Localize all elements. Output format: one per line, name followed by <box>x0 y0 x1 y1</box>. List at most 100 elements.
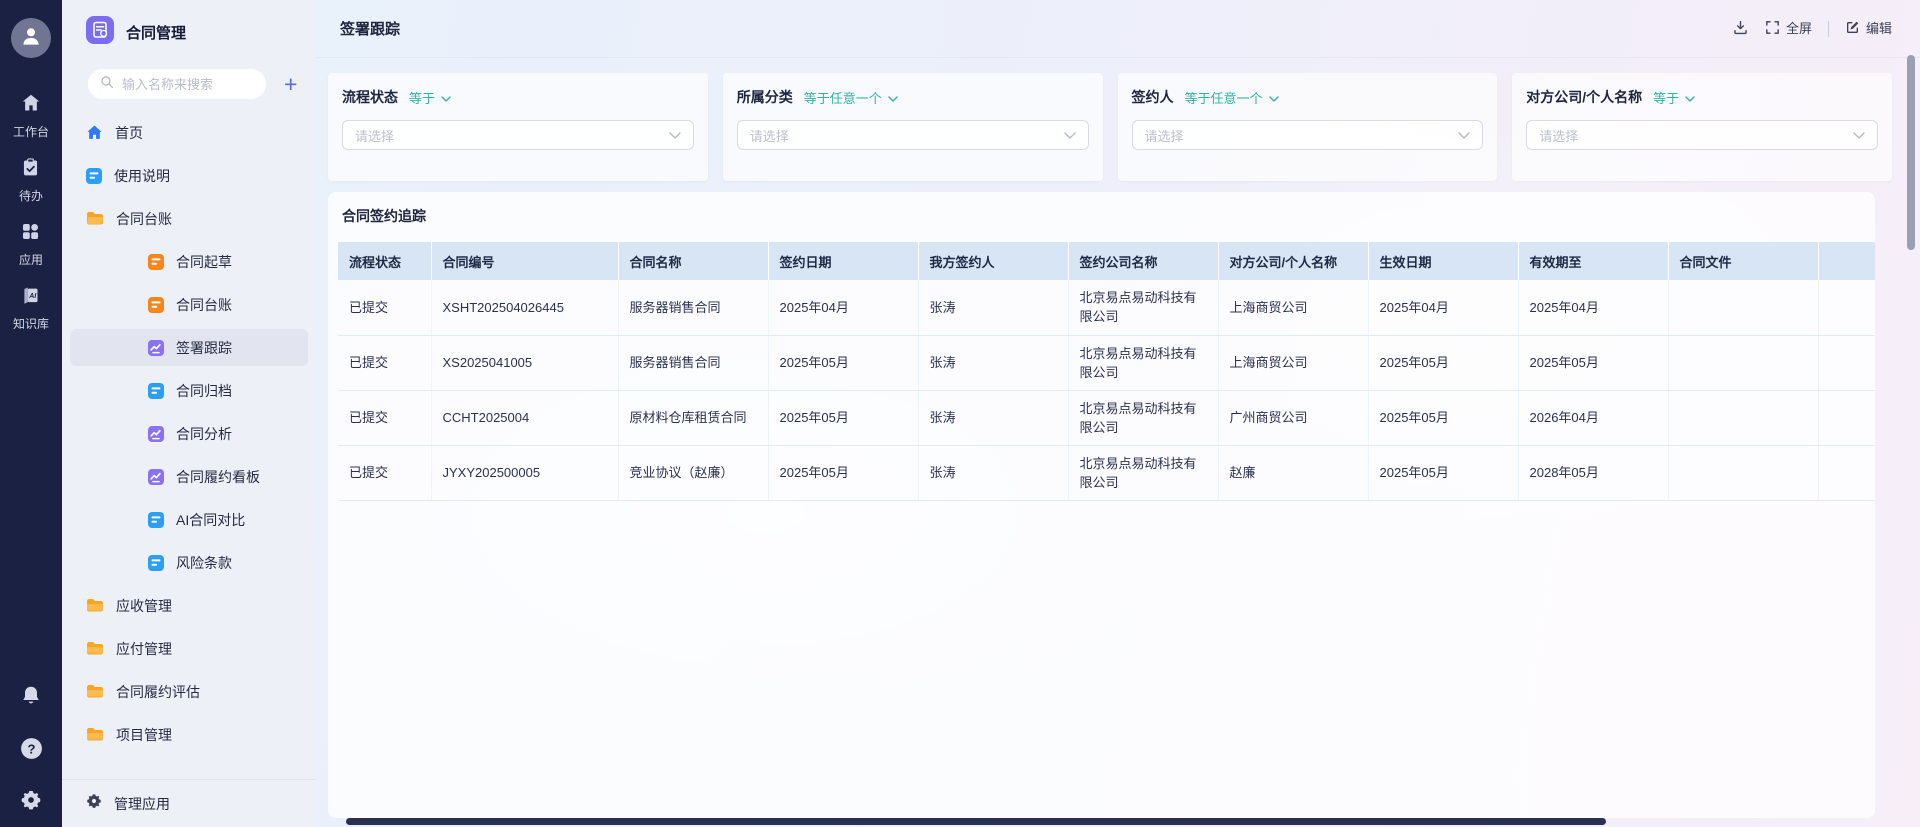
table-row[interactable]: 已提交XS2025041005服务器销售合同2025年05月张涛北京易点易动科技… <box>338 335 1875 390</box>
table-cell: 北京易点易动科技有限公司 <box>1068 390 1218 445</box>
table-cell: 2025年05月 <box>1368 390 1518 445</box>
filter-operator[interactable]: 等于 <box>1653 88 1695 107</box>
filter-label: 所属分类 <box>737 87 793 107</box>
table-cell: 张涛 <box>918 390 1068 445</box>
table-cell <box>1818 445 1875 500</box>
chevron-down-icon <box>441 90 451 105</box>
table-cell: 2025年05月 <box>768 335 918 390</box>
svg-text:AI: AI <box>29 293 38 300</box>
filter-operator[interactable]: 等于任意一个 <box>804 88 898 107</box>
search-input[interactable] <box>122 77 254 92</box>
table-cell: 广州商贸公司 <box>1218 390 1368 445</box>
table-row[interactable]: 已提交JYXY202500005竞业协议（赵廉）2025年05月张涛北京易点易动… <box>338 445 1875 500</box>
table-cell <box>1668 280 1818 335</box>
sidebar-item-合同台账[interactable]: 合同台账 <box>70 200 308 237</box>
gear-icon[interactable] <box>20 789 42 811</box>
table-cell <box>1818 335 1875 390</box>
table-cell: 2025年05月 <box>1368 335 1518 390</box>
filter-select[interactable]: 请选择 <box>1132 120 1484 150</box>
table-row[interactable]: 已提交CCHT2025004原材料仓库租赁合同2025年05月张涛北京易点易动科… <box>338 390 1875 445</box>
doc-lightblue-icon <box>86 168 102 184</box>
sidebar-item-应付管理[interactable]: 应付管理 <box>70 630 308 667</box>
table-cell: 北京易点易动科技有限公司 <box>1068 280 1218 335</box>
vertical-scrollbar-thumb[interactable] <box>1907 55 1915 250</box>
filter-label: 签约人 <box>1132 87 1174 107</box>
chevron-down-icon <box>1269 90 1279 105</box>
sidebar-item-合同台账[interactable]: 合同台账 <box>70 286 308 323</box>
edit-icon <box>1845 20 1860 37</box>
rail-item-应用[interactable]: 应用 <box>19 221 43 268</box>
filter-card-签约人: 签约人等于任意一个请选择 <box>1118 73 1498 181</box>
table-cell: 赵廉 <box>1218 445 1368 500</box>
sidebar-item-签署跟踪[interactable]: 签署跟踪 <box>70 329 308 366</box>
sidebar-item-合同履约看板[interactable]: 合同履约看板 <box>70 458 308 495</box>
gear-small-icon <box>86 793 102 814</box>
contracts-table: 流程状态合同编号合同名称签约日期我方签约人签约公司名称对方公司/个人名称生效日期… <box>338 242 1875 501</box>
add-button[interactable]: + <box>284 73 297 96</box>
sidebar-item-label: 使用说明 <box>114 166 170 186</box>
knowledge-base-icon: AI <box>20 285 41 311</box>
column-header-合同名称: 合同名称 <box>618 242 768 280</box>
doc-lightblue-icon <box>148 383 164 399</box>
table-cell: 2026年04月 <box>1518 390 1668 445</box>
search-box[interactable] <box>88 69 266 99</box>
table-row[interactable]: 已提交XSHT202504026445服务器销售合同2025年04月张涛北京易点… <box>338 280 1875 335</box>
icon-rail: 工作台待办应用 AI知识库 ? <box>0 0 62 827</box>
filter-operator[interactable]: 等于 <box>409 88 451 107</box>
fullscreen-button[interactable]: 全屏 <box>1765 20 1812 37</box>
filter-label: 流程状态 <box>342 87 398 107</box>
sidebar-item-AI合同对比[interactable]: AI合同对比 <box>70 501 308 538</box>
edit-button[interactable]: 编辑 <box>1845 20 1892 37</box>
table-cell: 原材料仓库租赁合同 <box>618 390 768 445</box>
sidebar-item-label: 合同归档 <box>176 381 232 401</box>
filter-select[interactable]: 请选择 <box>1526 120 1878 150</box>
sidebar-item-应收管理[interactable]: 应收管理 <box>70 587 308 624</box>
column-header-签约日期: 签约日期 <box>768 242 918 280</box>
table-cell: 已提交 <box>338 335 431 390</box>
filter-operator[interactable]: 等于任意一个 <box>1185 88 1279 107</box>
sidebar-item-label: 合同履约评估 <box>116 682 200 702</box>
rail-item-待办[interactable]: 待办 <box>19 157 43 204</box>
sidebar-item-label: 应收管理 <box>116 596 172 616</box>
page-title: 签署跟踪 <box>340 18 400 39</box>
column-header-生效日期: 生效日期 <box>1368 242 1518 280</box>
chart-purple-icon <box>148 426 164 442</box>
table-cell: 服务器销售合同 <box>618 335 768 390</box>
user-avatar[interactable] <box>11 18 51 58</box>
sidebar-item-合同履约评估[interactable]: 合同履约评估 <box>70 673 308 710</box>
sidebar-item-label: 首页 <box>115 123 143 143</box>
sidebar-item-项目管理[interactable]: 项目管理 <box>70 716 308 753</box>
sidebar-item-合同分析[interactable]: 合同分析 <box>70 415 308 452</box>
filter-select[interactable]: 请选择 <box>737 120 1089 150</box>
filter-card-所属分类: 所属分类等于任意一个请选择 <box>723 73 1103 181</box>
sidebar-item-合同起草[interactable]: 合同起草 <box>70 243 308 280</box>
column-header-合同文件: 合同文件 <box>1668 242 1818 280</box>
table-cell: 2028年05月 <box>1518 445 1668 500</box>
column-header-流程状态: 流程状态 <box>338 242 431 280</box>
table-cell <box>1818 390 1875 445</box>
chevron-down-icon <box>1853 126 1865 144</box>
sidebar-item-label: 合同台账 <box>116 209 172 229</box>
rail-item-label: 应用 <box>19 251 43 268</box>
fullscreen-label: 全屏 <box>1786 22 1812 35</box>
doc-lightblue-icon <box>148 512 164 528</box>
sidebar-item-label: AI合同对比 <box>176 510 245 530</box>
filter-operator-text: 等于任意一个 <box>804 88 882 107</box>
rail-item-工作台[interactable]: 工作台 <box>13 92 49 140</box>
table-cell: 2025年05月 <box>1518 335 1668 390</box>
sidebar-item-风险条款[interactable]: 风险条款 <box>70 544 308 581</box>
sidebar-item-合同归档[interactable]: 合同归档 <box>70 372 308 409</box>
sidebar-item-首页[interactable]: 首页 <box>70 114 308 151</box>
sidebar-item-使用说明[interactable]: 使用说明 <box>70 157 308 194</box>
chevron-down-icon <box>1685 90 1695 105</box>
manage-apps-button[interactable]: 管理应用 <box>62 779 316 827</box>
table-cell: 北京易点易动科技有限公司 <box>1068 445 1218 500</box>
help-icon[interactable]: ? <box>19 736 44 761</box>
horizontal-scrollbar-thumb[interactable] <box>346 818 1606 825</box>
edit-label: 编辑 <box>1866 22 1892 35</box>
filter-select[interactable]: 请选择 <box>342 120 694 150</box>
bell-icon[interactable] <box>19 684 43 708</box>
rail-item-知识库[interactable]: AI知识库 <box>13 285 49 332</box>
download-button[interactable] <box>1732 19 1749 38</box>
folder-icon <box>86 684 104 699</box>
